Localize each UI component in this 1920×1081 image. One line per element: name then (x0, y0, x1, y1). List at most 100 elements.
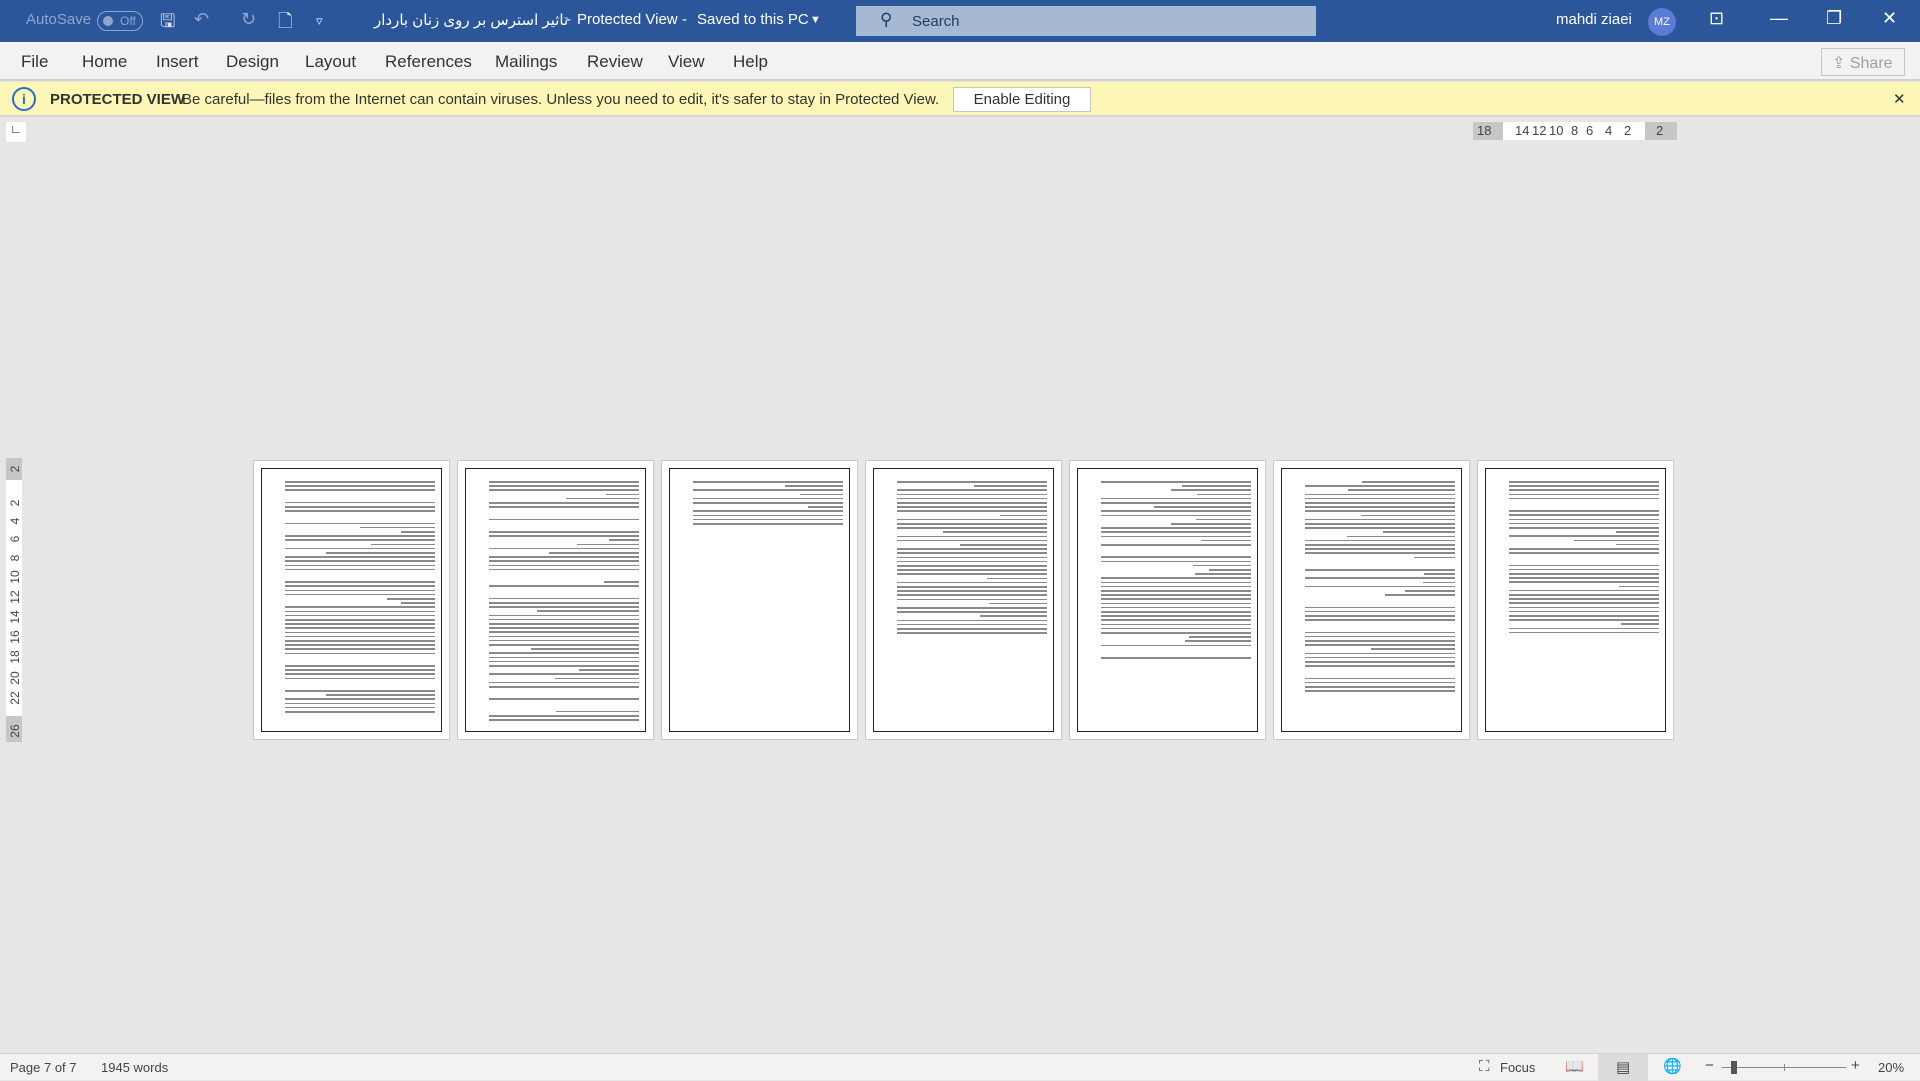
text-line (897, 493, 1047, 496)
text-line (1305, 569, 1455, 571)
text-line (285, 564, 435, 567)
zoom-slider[interactable] (1722, 1061, 1846, 1074)
restore-icon[interactable]: ❐ (1826, 8, 1842, 29)
text-line (1305, 493, 1455, 496)
save-icon[interactable]: 🖫 (160, 9, 175, 39)
zoom-level[interactable]: 20% (1878, 1060, 1904, 1075)
page-thumbnail[interactable] (253, 460, 450, 740)
horizontal-ruler[interactable]: 18 14 12 10 8 6 4 2 2 (1473, 122, 1677, 140)
text-line (1101, 531, 1251, 533)
text-line (1101, 497, 1251, 500)
text-line (489, 719, 639, 721)
tab-layout[interactable]: Layout (305, 52, 356, 72)
page-thumbnail[interactable] (865, 460, 1062, 740)
page-thumbnail[interactable] (1477, 460, 1674, 740)
tab-home[interactable]: Home (82, 52, 127, 72)
autosave-toggle[interactable]: Off (97, 11, 143, 31)
page-thumbnail[interactable] (457, 460, 654, 740)
text-line (285, 481, 435, 483)
close-bar-icon[interactable]: ✕ (1893, 90, 1906, 108)
text-line (1509, 518, 1659, 521)
zoom-in-icon[interactable]: + (1851, 1057, 1860, 1074)
print-layout-button[interactable]: ▤ (1598, 1054, 1648, 1081)
text-line (1305, 518, 1455, 521)
focus-icon[interactable]: ⛶ (1479, 1058, 1490, 1075)
web-layout-icon[interactable]: 🌐 (1663, 1057, 1682, 1075)
tab-selector[interactable]: ∟ (6, 122, 26, 142)
text-line (285, 501, 435, 504)
text-line (1101, 581, 1251, 584)
page-thumbnail[interactable] (661, 460, 858, 740)
ruler-tick-label: 18 (1477, 123, 1492, 138)
tab-help[interactable]: Help (733, 52, 768, 72)
text-line (1305, 577, 1455, 579)
text-line (489, 652, 639, 654)
vertical-ruler[interactable]: 2 2 4 6 8 10 12 14 16 18 20 22 26 (6, 458, 22, 742)
page-thumbnail[interactable] (1069, 460, 1266, 740)
save-state[interactable]: Saved to this PC (697, 11, 809, 28)
text-line (1371, 648, 1455, 650)
focus-button[interactable]: Focus (1500, 1060, 1535, 1075)
text-line (489, 681, 639, 684)
tab-references[interactable]: References (385, 52, 472, 72)
text-line (285, 631, 435, 634)
text-line (1347, 489, 1455, 491)
zoom-out-icon[interactable]: − (1705, 1057, 1714, 1074)
text-line (1101, 598, 1251, 600)
text-line (1305, 527, 1455, 529)
tab-review[interactable]: Review (587, 52, 643, 72)
user-name[interactable]: mahdi ziaei (1556, 11, 1632, 28)
text-line (285, 669, 435, 671)
redo-icon[interactable]: ↻ (241, 9, 256, 30)
tab-file[interactable]: File (21, 52, 48, 72)
text-line (285, 635, 435, 638)
word-count[interactable]: 1945 words (101, 1060, 168, 1075)
page-indicator[interactable]: Page 7 of 7 (10, 1060, 77, 1075)
text-line (979, 615, 1047, 617)
search-box[interactable]: ⚲ Search (856, 6, 1316, 36)
close-icon[interactable]: ✕ (1882, 8, 1897, 29)
chevron-down-icon[interactable]: ▼ (810, 14, 821, 26)
tab-view[interactable]: View (668, 52, 705, 72)
minimize-icon[interactable]: — (1770, 8, 1788, 29)
text-line (897, 628, 1047, 630)
text-line (897, 506, 1047, 508)
text-line (1509, 619, 1659, 621)
ribbon-display-icon[interactable]: ⊡ (1709, 8, 1724, 29)
text-line (897, 552, 1047, 554)
text-line (489, 518, 639, 521)
text-line (897, 535, 1047, 538)
text-line (489, 556, 639, 558)
text-line (1194, 573, 1251, 575)
text-line (1305, 539, 1455, 542)
avatar[interactable]: MZ (1648, 8, 1676, 36)
read-mode-icon[interactable]: 📖 (1565, 1057, 1584, 1075)
text-line (489, 568, 639, 571)
text-line (897, 565, 1047, 567)
text-line (285, 510, 435, 512)
text-line (1305, 615, 1455, 617)
text-line (1305, 610, 1455, 613)
text-line (1305, 585, 1455, 588)
protected-view-message: Be careful—files from the Internet can c… (182, 91, 940, 108)
share-button[interactable]: ⇪ Share (1821, 48, 1905, 76)
text-line (1196, 518, 1251, 521)
enable-editing-button[interactable]: Enable Editing (953, 87, 1091, 112)
new-document-icon[interactable]: 🗋 (278, 9, 292, 39)
customize-toolbar-icon[interactable]: ▿ (316, 13, 323, 29)
page-thumbnail[interactable] (1273, 460, 1470, 740)
text-line (537, 610, 639, 612)
ruler-tick-label: 16 (8, 630, 22, 644)
text-line (799, 493, 843, 496)
ruler-tick-label: 14 (1515, 123, 1530, 138)
text-line (489, 698, 639, 700)
text-line (1101, 544, 1251, 546)
ruler-tick-label: 12 (1532, 123, 1547, 138)
text-line (1509, 577, 1659, 579)
zoom-slider-thumb[interactable] (1731, 1061, 1737, 1074)
tab-mailings[interactable]: Mailings (495, 52, 557, 72)
tab-insert[interactable]: Insert (156, 52, 199, 72)
text-line (986, 577, 1047, 580)
undo-icon[interactable]: ↶ (194, 9, 209, 30)
tab-design[interactable]: Design (226, 52, 279, 72)
